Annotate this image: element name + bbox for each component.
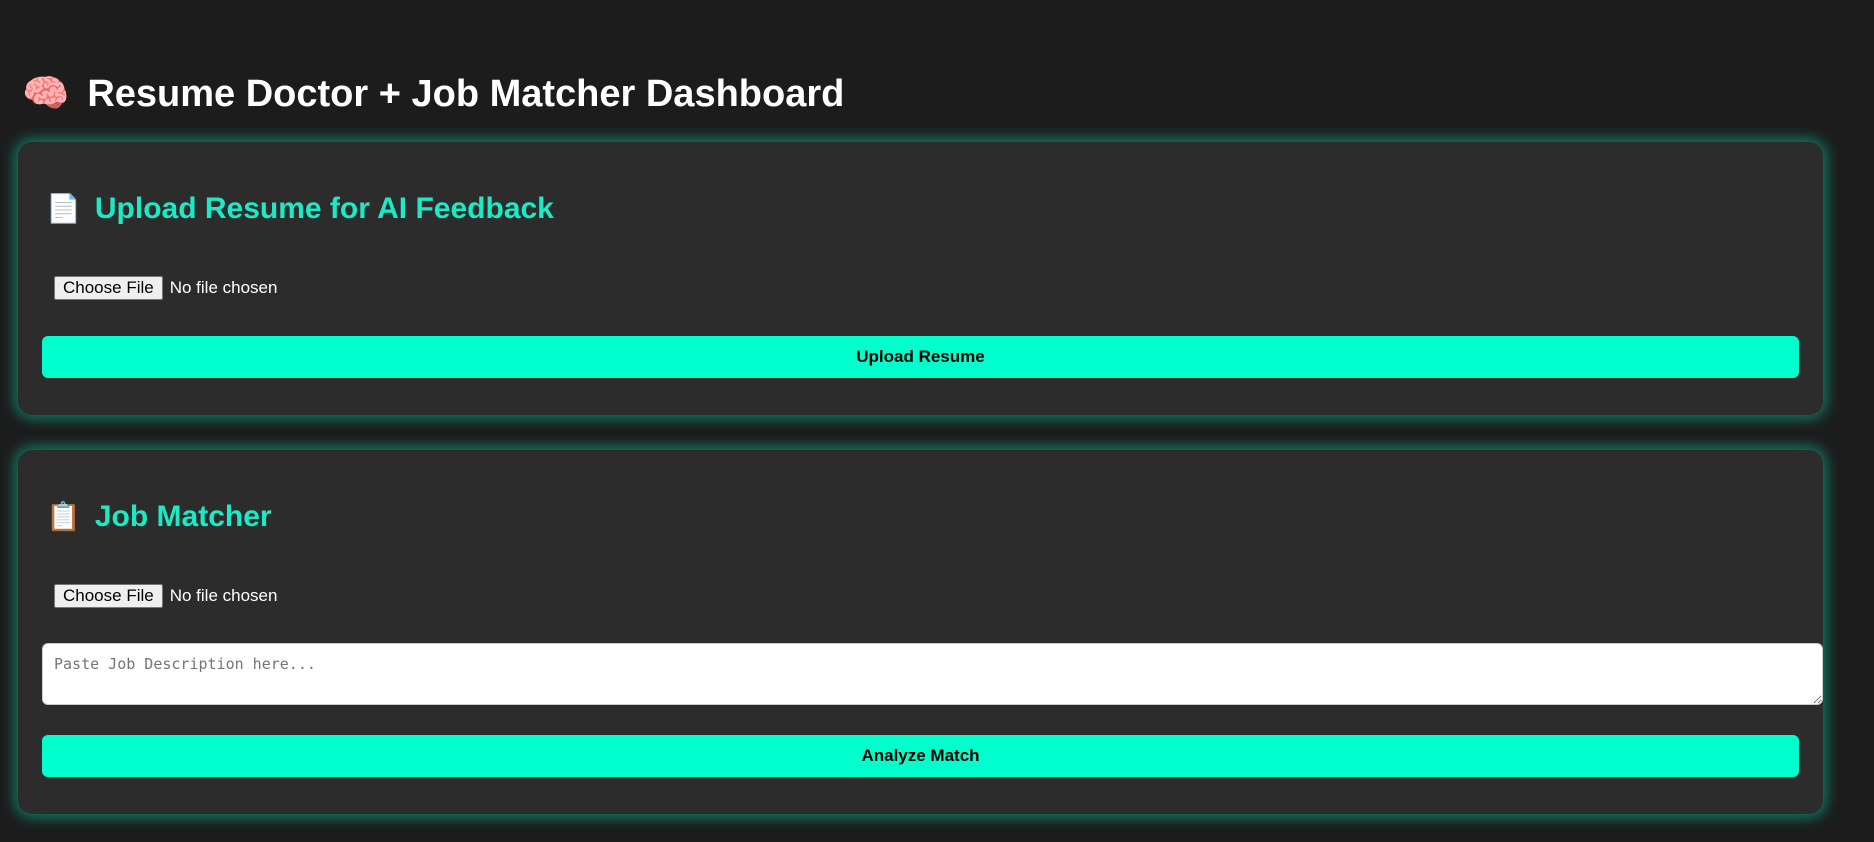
matcher-section-heading-text: Job Matcher <box>94 500 272 533</box>
choose-file-button[interactable]: Choose File <box>54 584 163 608</box>
page-title-text: Resume Doctor + Job Matcher Dashboard <box>87 72 845 115</box>
choose-file-button[interactable]: Choose File <box>54 276 163 300</box>
resume-file-input[interactable]: Choose File No file chosen <box>54 276 277 300</box>
matcher-file-input[interactable]: Choose File No file chosen <box>54 584 277 608</box>
file-status-text: No file chosen <box>169 586 278 605</box>
job-description-textarea[interactable] <box>42 643 1823 705</box>
dashboard-page: 🧠 Resume Doctor + Job Matcher Dashboard … <box>0 0 1874 842</box>
job-matcher-card: 📋 Job Matcher Choose File No file chosen… <box>18 450 1823 814</box>
file-status-text: No file chosen <box>169 278 278 297</box>
upload-section-heading: 📄 Upload Resume for AI Feedback <box>46 192 554 226</box>
clipboard-icon: 📋 <box>46 501 81 532</box>
page-title: 🧠 Resume Doctor + Job Matcher Dashboard <box>22 64 844 124</box>
upload-section-heading-text: Upload Resume for AI Feedback <box>94 192 554 225</box>
brain-icon: 🧠 <box>22 73 70 115</box>
matcher-section-heading: 📋 Job Matcher <box>46 500 272 534</box>
upload-resume-card: 📄 Upload Resume for AI Feedback Choose F… <box>18 142 1823 415</box>
analyze-match-button[interactable]: Analyze Match <box>42 735 1799 777</box>
document-icon: 📄 <box>46 193 81 224</box>
upload-resume-button[interactable]: Upload Resume <box>42 336 1799 378</box>
